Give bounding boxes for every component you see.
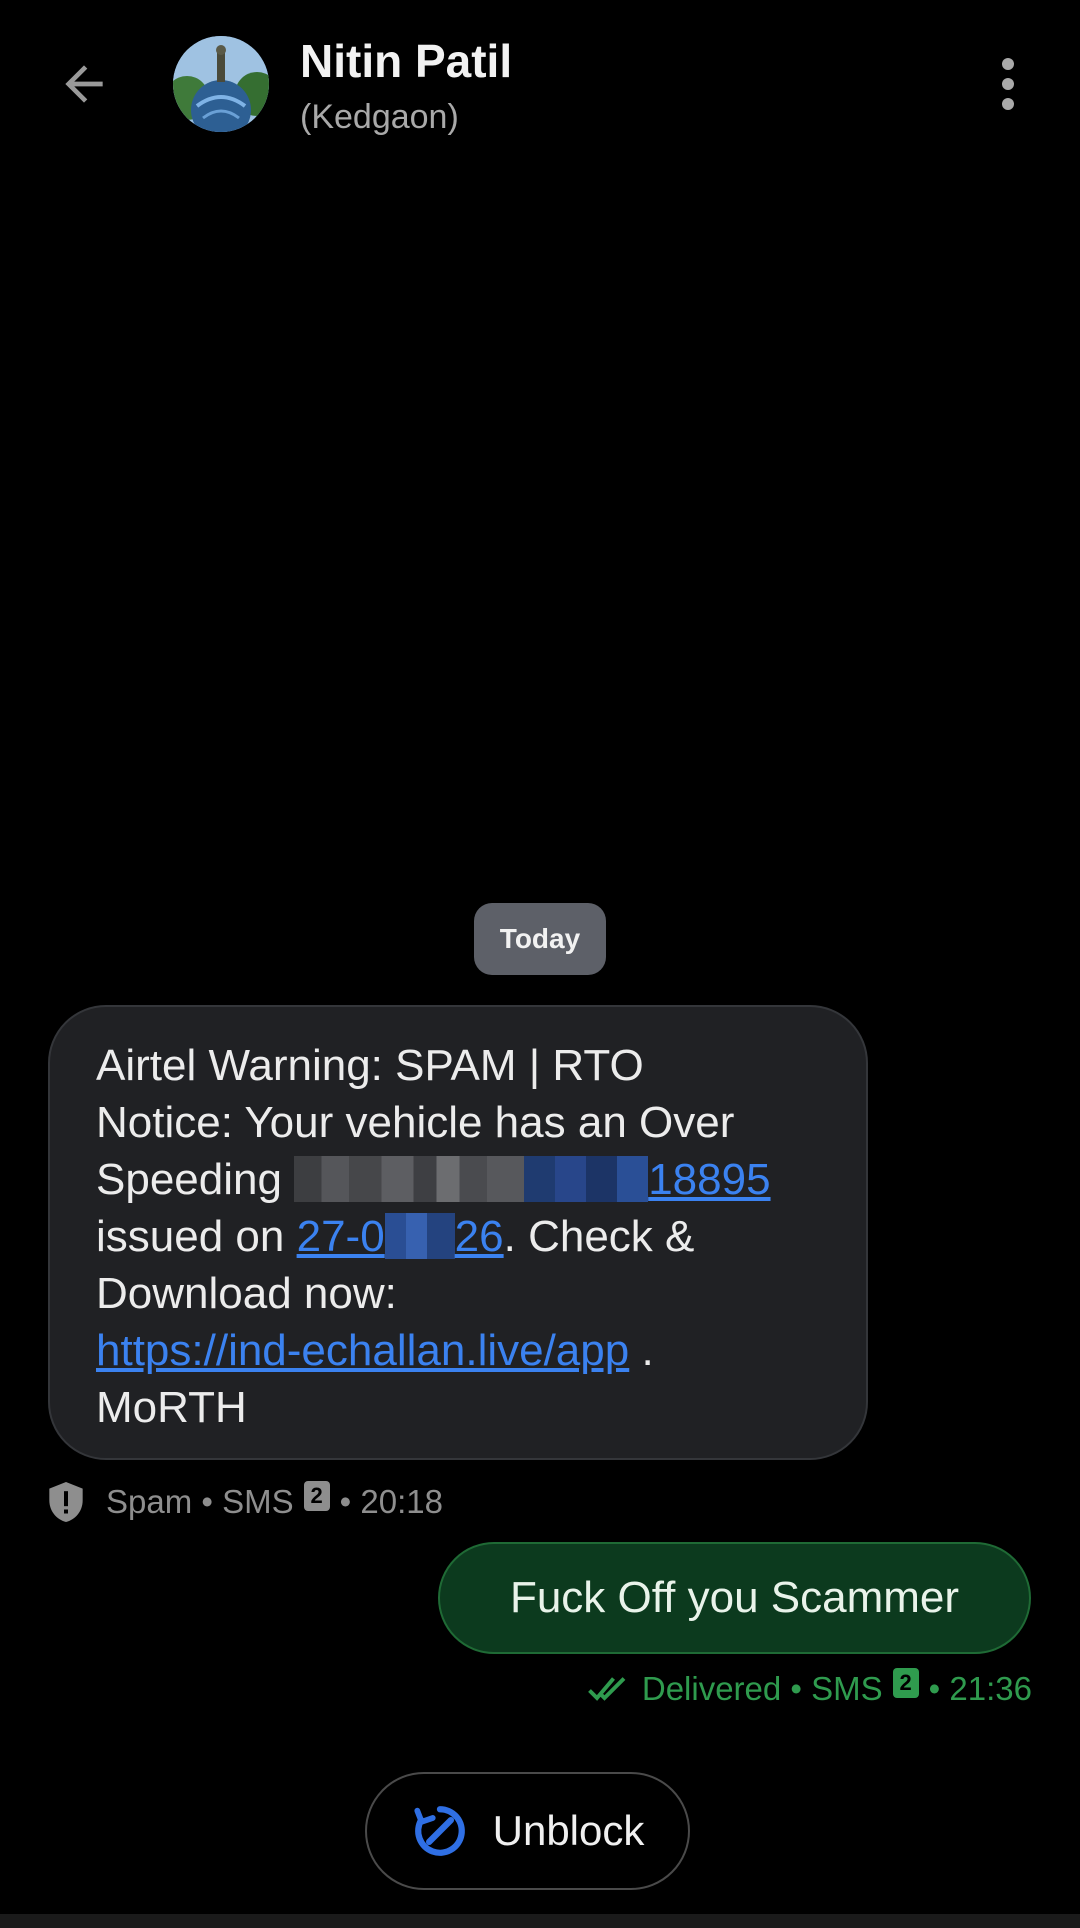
message-text: Speeding <box>96 1155 282 1204</box>
sim-badge: 2 <box>303 1481 330 1511</box>
double-check-icon <box>587 1677 626 1701</box>
avatar[interactable] <box>173 36 269 132</box>
message-line: Notice: Your vehicle has an Over <box>96 1098 735 1147</box>
challan-number-link[interactable]: 18895 <box>648 1155 770 1204</box>
navigation-bar-edge <box>0 1914 1080 1928</box>
timestamp: 20:18 <box>360 1483 443 1520</box>
incoming-message-bubble[interactable]: Airtel Warning: SPAM | RTO Notice: Your … <box>48 1005 868 1460</box>
redacted-link-block <box>524 1156 649 1202</box>
date-divider: Today <box>474 903 606 975</box>
conversation-header: Nitin Patil (Kedgaon) <box>0 0 1080 170</box>
channel-label: SMS <box>811 1670 883 1707</box>
channel-label: SMS <box>222 1483 294 1520</box>
date-link-end: 26 <box>454 1212 504 1261</box>
redacted-block <box>294 1156 525 1202</box>
meta-separator: • <box>928 1670 950 1707</box>
unblock-button[interactable]: Unblock <box>365 1772 690 1890</box>
message-line: Airtel Warning: SPAM | RTO <box>96 1041 644 1090</box>
avatar-photo <box>173 36 269 132</box>
back-button[interactable] <box>44 44 124 124</box>
timestamp: 21:36 <box>949 1670 1032 1707</box>
more-vertical-icon <box>1002 58 1014 110</box>
redacted-date-block <box>384 1213 455 1259</box>
outgoing-message-meta: Delivered • SMS 2 • 21:36 <box>587 1664 1032 1714</box>
message-text: . Check & <box>503 1212 695 1261</box>
message-text: issued on <box>96 1212 285 1261</box>
more-options-button[interactable] <box>968 44 1048 124</box>
message-line: MoRTH <box>96 1383 247 1432</box>
contact-location: (Kedgaon) <box>300 98 459 136</box>
contact-name: Nitin Patil <box>300 35 513 87</box>
message-line: https://ind-echallan.live/app . <box>96 1322 820 1379</box>
unblock-icon <box>414 1806 465 1856</box>
spam-label: Spam <box>106 1483 193 1520</box>
arrow-back-icon <box>65 65 103 103</box>
message-line: issued on 27-0 26. Check & <box>96 1208 820 1265</box>
incoming-message-meta: Spam • SMS 2 • 20:18 <box>46 1478 443 1526</box>
message-text: Fuck Off you Scammer <box>509 1573 960 1622</box>
message-line: Download now: <box>96 1269 397 1318</box>
delivery-status: Delivered <box>641 1670 782 1707</box>
shield-icon <box>49 1482 83 1522</box>
sim-badge: 2 <box>892 1668 919 1698</box>
meta-separator: • <box>781 1670 812 1707</box>
unblock-label: Unblock <box>492 1807 645 1854</box>
message-text: . <box>629 1326 654 1375</box>
url-link[interactable]: https://ind-echallan.live/app <box>96 1326 629 1375</box>
date-link-start: 27-0 <box>296 1212 385 1261</box>
outgoing-message-bubble[interactable]: Fuck Off you Scammer <box>438 1542 1031 1654</box>
meta-separator: • <box>339 1483 361 1520</box>
message-line: Speeding 18895 <box>96 1151 820 1208</box>
date-link[interactable]: 27-0 26 <box>297 1212 504 1261</box>
meta-separator: • <box>192 1483 223 1520</box>
